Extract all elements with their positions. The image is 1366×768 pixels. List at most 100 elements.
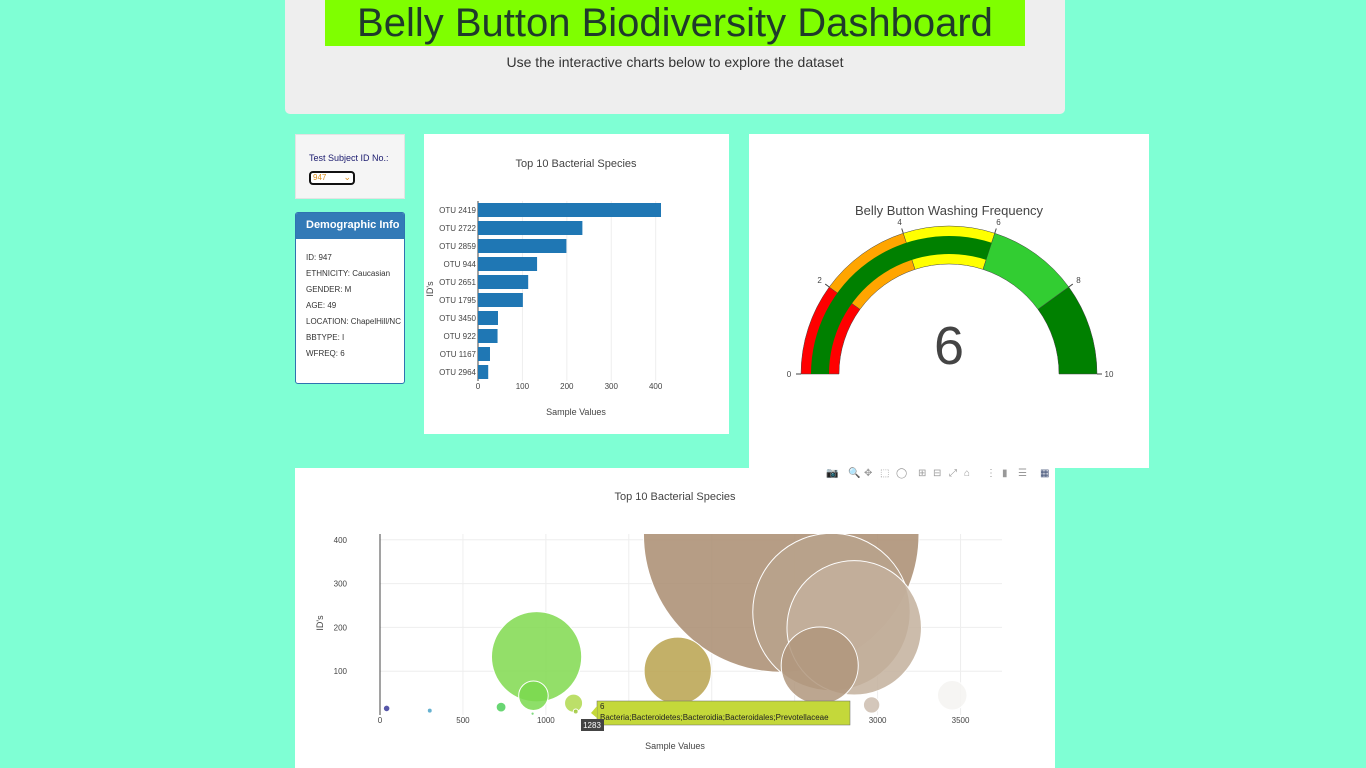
hover-closest-icon[interactable]: ▮ bbox=[1002, 468, 1008, 479]
bar-category-label: OTU 3450 bbox=[439, 314, 476, 323]
bubble bbox=[643, 636, 712, 705]
demographic-row: WFREQ: 6 bbox=[306, 349, 345, 358]
bar-category-label: OTU 2651 bbox=[439, 278, 476, 287]
tooltip-line-taxonomy: Bacteria;Bacteroidetes;Bacteroidia;Bacte… bbox=[600, 713, 829, 722]
bubble-y-tick-label: 400 bbox=[334, 536, 348, 545]
bubble bbox=[572, 708, 579, 715]
gauge-value: 6 bbox=[934, 316, 964, 376]
page-subtitle: Use the interactive charts below to expl… bbox=[506, 54, 844, 70]
bar bbox=[478, 311, 498, 325]
bubble-y-tick-label: 200 bbox=[334, 623, 348, 632]
bar-chart-ylabel: ID's bbox=[425, 281, 435, 297]
bubble-x-tick-label: 3000 bbox=[869, 716, 887, 725]
bubble-y-tick-label: 300 bbox=[334, 580, 348, 589]
bar-x-tick-label: 300 bbox=[605, 382, 619, 391]
tooltip-x-label: 1283 bbox=[583, 721, 601, 730]
bar-chart-xlabel: Sample Values bbox=[546, 407, 606, 417]
bubble-x-tick-label: 3500 bbox=[952, 716, 970, 725]
tooltip-pointer bbox=[591, 706, 597, 718]
chevron-down-icon: ⌄ bbox=[343, 172, 351, 182]
bar-chart-card: Top 10 Bacterial Species Sample Values I… bbox=[424, 134, 729, 434]
bar bbox=[478, 293, 523, 307]
bar-x-tick-label: 0 bbox=[476, 382, 481, 391]
bubble-chart-card: Top 10 Bacterial Species Sample Values I… bbox=[295, 468, 1055, 768]
autoscale-icon[interactable]: ⤢ bbox=[949, 468, 957, 479]
bar-category-label: OTU 944 bbox=[444, 260, 477, 269]
bar bbox=[478, 221, 583, 235]
page-title: Belly Button Biodiversity Dashboard bbox=[325, 0, 1025, 46]
tooltip-line-value: 6 bbox=[600, 702, 605, 711]
bar-chart-title: Top 10 Bacterial Species bbox=[515, 158, 637, 170]
bar bbox=[478, 365, 489, 379]
bubble bbox=[780, 626, 859, 705]
gauge-chart[interactable]: Belly Button Washing Frequency 0 2 4 6 8 10 6 bbox=[749, 134, 1149, 468]
chart-modebar: 📷 🔍 ✥ ⬚ ◯ ⊞ ⊟ ⤢ ⌂ ⋮ ▮ ☰ ▦ bbox=[822, 468, 1054, 484]
bar bbox=[478, 329, 498, 343]
subject-select-label: Test Subject ID No.: bbox=[309, 153, 389, 163]
gauge-tick-label: 4 bbox=[897, 218, 902, 227]
bubble-y-tick-label: 100 bbox=[334, 667, 348, 676]
gauge-tick bbox=[901, 228, 904, 234]
hover-compare-icon[interactable]: ☰ bbox=[1018, 468, 1027, 479]
zoom-in-icon[interactable]: ⊞ bbox=[918, 468, 926, 479]
bubble bbox=[936, 680, 968, 711]
bar bbox=[478, 347, 490, 361]
bubble-x-tick-label: 0 bbox=[378, 716, 383, 725]
bar bbox=[478, 257, 538, 271]
bubble bbox=[382, 704, 391, 713]
zoom-icon[interactable]: 🔍 bbox=[848, 468, 860, 479]
demographic-row: ETHNICITY: Caucasian bbox=[306, 269, 391, 278]
gauge-tick-label: 2 bbox=[817, 276, 822, 285]
spike-lines-icon[interactable]: ⋮ bbox=[986, 468, 996, 479]
gauge-tick-label: 8 bbox=[1076, 276, 1081, 285]
bar-category-label: OTU 2859 bbox=[439, 242, 476, 251]
demographic-row: GENDER: M bbox=[306, 285, 352, 294]
gauge-chart-card: Belly Button Washing Frequency 0 2 4 6 8 10 6 bbox=[749, 134, 1149, 468]
plotly-logo-icon[interactable]: ▦ bbox=[1040, 468, 1049, 479]
bar bbox=[478, 239, 567, 253]
gauge-tick-label: 6 bbox=[996, 218, 1001, 227]
demographic-row: AGE: 49 bbox=[306, 301, 337, 310]
bar-x-tick-label: 400 bbox=[649, 382, 663, 391]
bubble-group bbox=[382, 534, 968, 716]
demographic-row: ID: 947 bbox=[306, 253, 332, 262]
gauge-tick-label: 10 bbox=[1105, 370, 1114, 379]
bubble-chart-title: Top 10 Bacterial Species bbox=[614, 491, 736, 503]
gauge-title: Belly Button Washing Frequency bbox=[855, 203, 1044, 218]
camera-icon[interactable]: 📷 bbox=[826, 468, 838, 479]
bar bbox=[478, 203, 662, 217]
bubble bbox=[530, 711, 535, 716]
bar-chart[interactable]: Top 10 Bacterial Species Sample Values I… bbox=[424, 134, 729, 434]
box-select-icon[interactable]: ⬚ bbox=[880, 468, 889, 479]
demographic-row: LOCATION: ChapelHill/NC bbox=[306, 317, 401, 326]
bubble-hover-tooltip: 6 Bacteria;Bacteroidetes;Bacteroidia;Bac… bbox=[581, 700, 851, 731]
pan-icon[interactable]: ✥ bbox=[864, 468, 872, 479]
bubble bbox=[862, 696, 881, 714]
bar-category-label: OTU 2419 bbox=[439, 206, 476, 215]
bubble-x-tick-label: 1000 bbox=[537, 716, 555, 725]
bar bbox=[478, 275, 529, 289]
reset-axes-icon[interactable]: ⌂ bbox=[964, 468, 970, 479]
gauge-tick bbox=[994, 228, 997, 234]
demographic-row: BBTYPE: I bbox=[306, 333, 345, 342]
bubble-x-tick-label: 500 bbox=[456, 716, 470, 725]
subject-id-dropdown[interactable]: 947 ⌄ bbox=[309, 171, 355, 185]
demographic-panel: Demographic Info ID: 947 ETHNICITY: Cauc… bbox=[295, 212, 405, 384]
bar-x-tick-label: 100 bbox=[516, 382, 530, 391]
bubble-chart-ylabel: ID's bbox=[315, 615, 325, 631]
gauge-tick bbox=[824, 283, 830, 288]
subject-selector-well: Test Subject ID No.: 947 ⌄ bbox=[295, 134, 405, 199]
bubble-chart[interactable]: Top 10 Bacterial Species Sample Values I… bbox=[295, 468, 1055, 768]
bar-category-label: OTU 1167 bbox=[440, 350, 477, 359]
zoom-out-icon[interactable]: ⊟ bbox=[933, 468, 941, 479]
demographic-panel-body: ID: 947 ETHNICITY: Caucasian GENDER: M A… bbox=[296, 239, 404, 358]
bubble bbox=[495, 701, 507, 713]
header-jumbotron: Belly Button Biodiversity Dashboard Use … bbox=[285, 0, 1065, 114]
bar-category-label: OTU 922 bbox=[444, 332, 477, 341]
bar-category-label: OTU 2964 bbox=[439, 368, 476, 377]
bar-category-label: OTU 2722 bbox=[439, 224, 476, 233]
demographic-panel-heading: Demographic Info bbox=[296, 213, 404, 239]
lasso-icon[interactable]: ◯ bbox=[896, 468, 907, 479]
bar-category-label: OTU 1795 bbox=[439, 296, 476, 305]
bar-x-tick-label: 200 bbox=[560, 382, 574, 391]
